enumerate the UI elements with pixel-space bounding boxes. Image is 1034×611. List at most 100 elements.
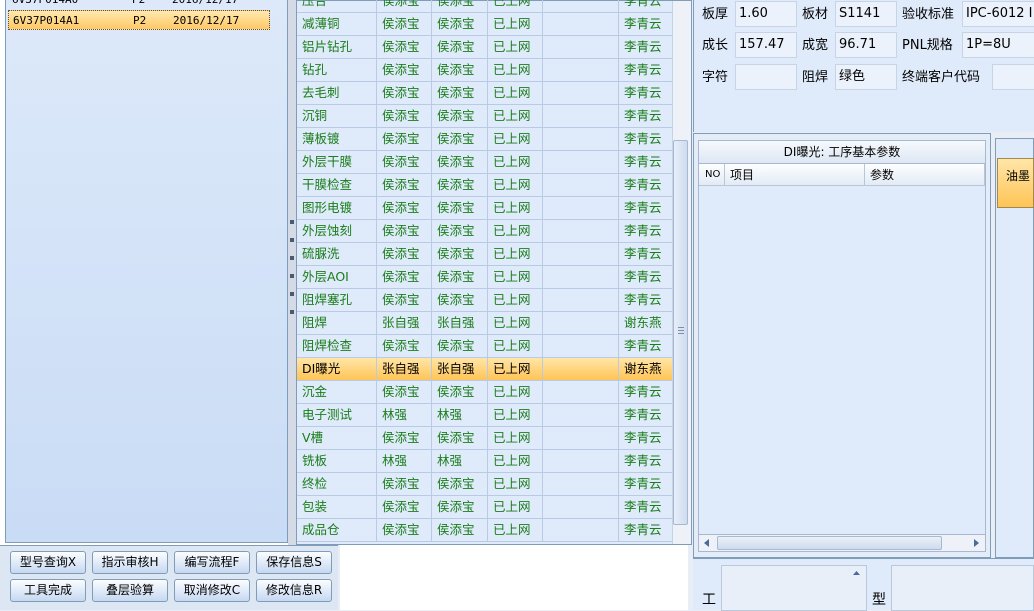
side-selected-item[interactable]: 油墨: [997, 158, 1034, 208]
tool-complete-button[interactable]: 工具完成: [10, 579, 86, 602]
pnl-field[interactable]: 1P=8U: [962, 32, 1034, 58]
cell-approver: 李青云: [624, 62, 662, 77]
table-row[interactable]: 阻焊 张自强 张自强 已上网 谢东燕: [297, 312, 672, 335]
cell-reviewer: 侯添宝: [432, 473, 488, 495]
cell-engineer: 侯添宝: [377, 335, 432, 357]
table-row-selected[interactable]: DI曝光 张自强 张自强 已上网 谢东燕: [297, 358, 672, 381]
cell-engineer: 侯添宝: [377, 473, 432, 495]
order-list-body[interactable]: 6V37P014A0 P2 2016/12/17 6V37P014A1 P2 2…: [5, 0, 288, 543]
edit-flow-button[interactable]: 编写流程F: [174, 551, 250, 574]
customer-field[interactable]: [992, 64, 1034, 90]
instruction-review-button[interactable]: 指示审核H: [92, 551, 168, 574]
cell-approver: 谢东燕: [624, 315, 662, 330]
cell-approver: 李青云: [624, 200, 662, 215]
pnl-label: PNL规格: [902, 38, 953, 53]
cell-remark: [543, 358, 619, 380]
splitter-handle[interactable]: [288, 0, 296, 545]
cell-remark: [543, 105, 619, 127]
table-row[interactable]: 沉铜 侯添宝 侯添宝 已上网 李青云: [297, 105, 672, 128]
cell-status: 已上网: [488, 151, 543, 173]
table-row[interactable]: 减薄铜 侯添宝 侯添宝 已上网 李青云: [297, 13, 672, 36]
table-row[interactable]: 薄板镀 侯添宝 侯添宝 已上网 李青云: [297, 128, 672, 151]
cell-process-name: 阻焊检查: [297, 335, 377, 357]
col-header-no[interactable]: NO: [699, 164, 725, 186]
width-field[interactable]: 96.71: [835, 32, 897, 58]
cell-engineer: 侯添宝: [377, 243, 432, 265]
cell-approver: 李青云: [624, 39, 662, 54]
cell-reviewer: 侯添宝: [432, 36, 488, 58]
cell-engineer: 侯添宝: [377, 220, 432, 242]
order-list[interactable]: 6V37P014A0 P2 2016/12/17 6V37P014A1 P2 2…: [0, 0, 292, 545]
grip-dot: [290, 274, 294, 278]
scrollbar-thumb[interactable]: [717, 536, 942, 550]
list-item-selected[interactable]: 6V37P014A1 P2 2016/12/17: [8, 10, 270, 30]
table-row[interactable]: 终检 侯添宝 侯添宝 已上网 李青云: [297, 473, 672, 496]
order-date: 2016/12/17: [173, 14, 240, 27]
cell-status: 已上网: [488, 36, 543, 58]
stackup-check-button[interactable]: 叠层验算: [92, 579, 168, 602]
cancel-edit-button[interactable]: 取消修改C: [174, 579, 250, 602]
col-header-param[interactable]: 参数: [865, 164, 985, 186]
table-row[interactable]: 硫脲洗 侯添宝 侯添宝 已上网 李青云: [297, 243, 672, 266]
cell-engineer: 侯添宝: [377, 82, 432, 104]
model-query-button[interactable]: 型号查询X: [10, 551, 86, 574]
cell-remark: [543, 13, 619, 35]
table-row[interactable]: 铝片钻孔 侯添宝 侯添宝 已上网 李青云: [297, 36, 672, 59]
save-info-button[interactable]: 保存信息S: [256, 551, 332, 574]
list-item[interactable]: 6V37P014A0 P2 2016/12/17: [8, 0, 270, 10]
cell-reviewer: 侯添宝: [432, 243, 488, 265]
cell-reviewer: 张自强: [432, 312, 488, 334]
model-label: 型: [872, 592, 886, 608]
scrollbar-thumb[interactable]: [673, 140, 688, 525]
col-header-item[interactable]: 项目: [725, 164, 865, 186]
cell-remark: [543, 496, 619, 518]
cell-remark: [543, 59, 619, 81]
material-field[interactable]: S1141: [835, 1, 897, 27]
table-row[interactable]: 干膜检查 侯添宝 侯添宝 已上网 李青云: [297, 174, 672, 197]
cell-reviewer: 侯添宝: [432, 0, 488, 12]
mask-label: 阻焊: [802, 70, 829, 85]
table-row[interactable]: 成品仓 侯添宝 侯添宝 已上网 李青云: [297, 519, 672, 542]
modify-info-button[interactable]: 修改信息R: [256, 579, 332, 602]
cell-remark: [543, 381, 619, 403]
scroll-left-icon[interactable]: [702, 538, 712, 548]
table-row[interactable]: 包装 侯添宝 侯添宝 已上网 李青云: [297, 496, 672, 519]
table-row[interactable]: 外层AOI 侯添宝 侯添宝 已上网 李青云: [297, 266, 672, 289]
scroll-up-icon[interactable]: [852, 570, 861, 576]
cell-approver: 李青云: [624, 177, 662, 192]
mask-field[interactable]: 绿色: [835, 64, 897, 90]
table-row[interactable]: 阻焊检查 侯添宝 侯添宝 已上网 李青云: [297, 335, 672, 358]
table-row[interactable]: 沉金 侯添宝 侯添宝 已上网 李青云: [297, 381, 672, 404]
table-row[interactable]: 外层干膜 侯添宝 侯添宝 已上网 李青云: [297, 151, 672, 174]
cell-status: 已上网: [488, 174, 543, 196]
thickness-field[interactable]: 1.60: [735, 1, 797, 27]
table-row[interactable]: 外层蚀刻 侯添宝 侯添宝 已上网 李青云: [297, 220, 672, 243]
cell-status: 已上网: [488, 266, 543, 288]
cell-engineer: 侯添宝: [377, 59, 432, 81]
cell-engineer: 侯添宝: [377, 13, 432, 35]
table-row[interactable]: V槽 侯添宝 侯添宝 已上网 李青云: [297, 427, 672, 450]
table-row[interactable]: 去毛刺 侯添宝 侯添宝 已上网 李青云: [297, 82, 672, 105]
params-table[interactable]: NO 项目 参数: [698, 164, 986, 552]
standard-field[interactable]: IPC-6012 I: [962, 1, 1034, 27]
work-textarea[interactable]: [721, 565, 867, 611]
scroll-right-icon[interactable]: [971, 538, 981, 548]
standard-label: 验收标准: [902, 7, 955, 22]
table-row[interactable]: 阻焊塞孔 侯添宝 侯添宝 已上网 李青云: [297, 289, 672, 312]
cell-remark: [543, 197, 619, 219]
char-field[interactable]: [735, 64, 797, 90]
cell-process-name: 图形电镀: [297, 197, 377, 219]
table-row[interactable]: 压合 侯添宝 侯添宝 已上网 李青云: [297, 0, 672, 13]
cell-approver: 李青云: [624, 430, 662, 445]
table-row[interactable]: 铣板 林强 林强 已上网 李青云: [297, 450, 672, 473]
process-grid[interactable]: 压合 侯添宝 侯添宝 已上网 李青云 减薄铜 侯添宝 侯添宝 已上网 李青云 铝片钻孔 侯添宝 侯添宝已…: [296, 0, 692, 545]
cell-process-name: 外层蚀刻: [297, 220, 377, 242]
customer-label: 终端客户代码: [902, 70, 981, 85]
cell-engineer: 侯添宝: [377, 197, 432, 219]
table-row[interactable]: 电子测试 林强 林强 已上网 李青云: [297, 404, 672, 427]
length-field[interactable]: 157.47: [735, 32, 797, 58]
cell-approver: 李青云: [624, 453, 662, 468]
table-row[interactable]: 钻孔 侯添宝 侯添宝 已上网 李青云: [297, 59, 672, 82]
model-textarea[interactable]: [891, 565, 1034, 611]
table-row[interactable]: 图形电镀 侯添宝 侯添宝 已上网 李青云: [297, 197, 672, 220]
